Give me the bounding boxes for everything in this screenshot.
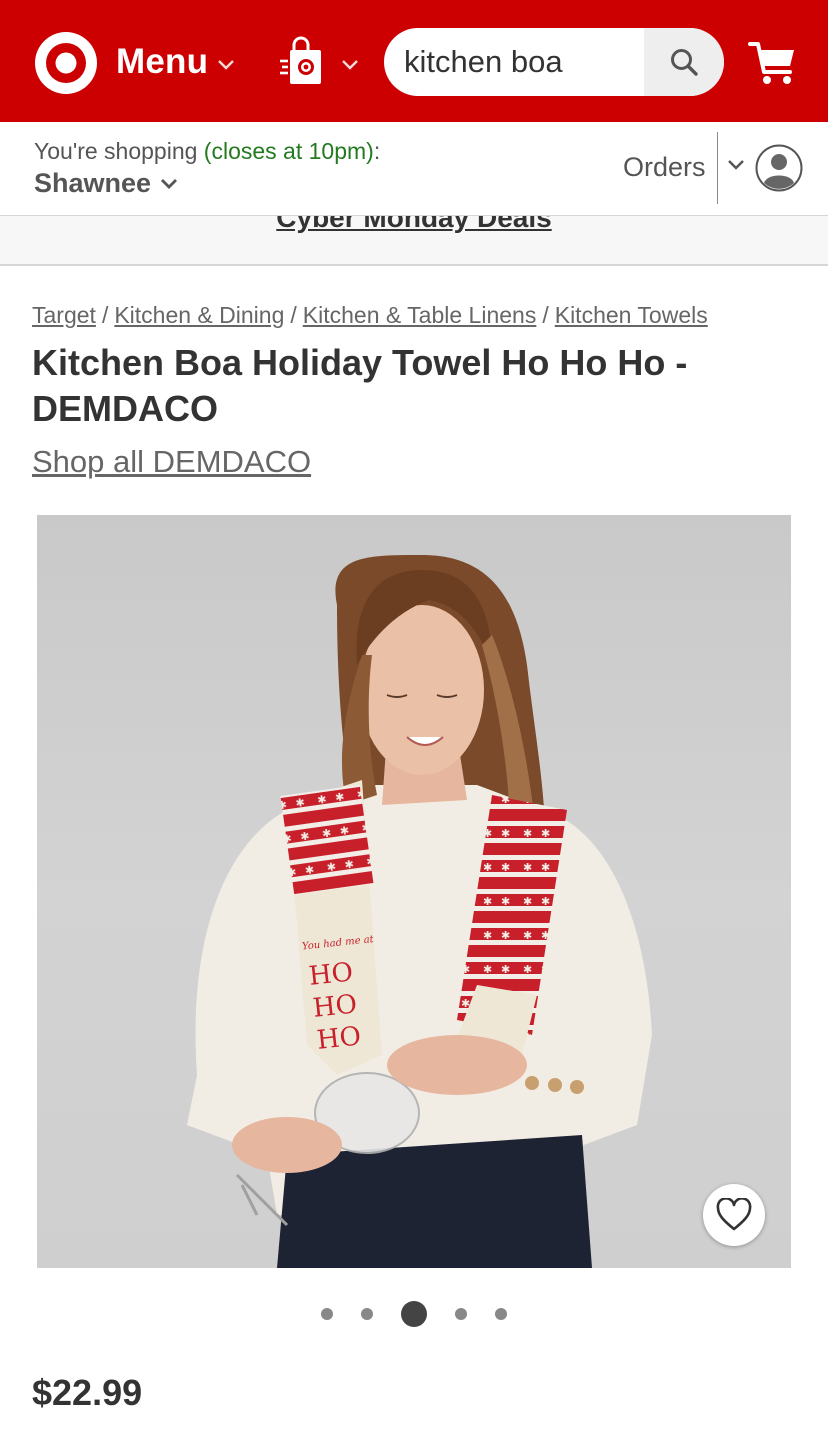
store-selector-button[interactable] xyxy=(278,36,360,88)
product-title: Kitchen Boa Holiday Towel Ho Ho Ho - DEM… xyxy=(32,342,688,429)
breadcrumb-separator: / xyxy=(101,302,109,328)
orders-link[interactable]: Orders xyxy=(623,152,706,183)
search-button[interactable] xyxy=(644,28,724,96)
cart-icon xyxy=(748,42,794,84)
carousel-dot[interactable] xyxy=(321,1308,333,1320)
carousel-dots xyxy=(0,1300,828,1328)
towel-ho-3: HO xyxy=(316,1021,363,1055)
search-bar xyxy=(384,28,724,96)
breadcrumb-kitchen-dining[interactable]: Kitchen & Dining xyxy=(114,302,284,328)
towel-ho-1: HO xyxy=(308,957,355,991)
breadcrumb: Target / Kitchen & Dining / Kitchen & Table … xyxy=(32,302,708,329)
shop-brand-link[interactable]: Shop all DEMDACO xyxy=(32,444,311,480)
chevron-down-icon xyxy=(218,60,235,70)
avatar-icon xyxy=(755,144,803,192)
cart-button[interactable] xyxy=(748,38,798,88)
carousel-dot-active[interactable] xyxy=(401,1301,427,1327)
favorite-button[interactable] xyxy=(703,1184,765,1246)
chevron-down-icon xyxy=(161,178,178,189)
chevron-down-icon xyxy=(342,60,358,70)
top-header: Menu xyxy=(0,0,828,122)
heart-icon xyxy=(716,1198,752,1231)
carousel-dot[interactable] xyxy=(495,1308,507,1320)
closing-time: (closes at 10pm) xyxy=(203,138,374,164)
deals-link[interactable]: Cyber Monday Deals xyxy=(0,216,828,234)
store-bag-icon xyxy=(280,36,321,84)
shopping-prefix: You're shopping xyxy=(34,138,198,164)
store-name-button[interactable]: Shawnee xyxy=(34,168,179,199)
menu-label: Menu xyxy=(116,42,209,81)
search-icon xyxy=(671,49,698,76)
chevron-down-icon[interactable] xyxy=(726,158,746,172)
breadcrumb-separator: / xyxy=(290,302,297,328)
account-button[interactable] xyxy=(755,144,803,192)
breadcrumb-separator: / xyxy=(542,302,549,328)
breadcrumb-kitchen-towels[interactable]: Kitchen Towels xyxy=(555,302,708,328)
carousel-dot[interactable] xyxy=(455,1308,467,1320)
divider xyxy=(717,132,718,204)
store-info-bar: You're shopping (closes at 10pm): Shawne… xyxy=(0,122,828,216)
target-logo-icon[interactable] xyxy=(34,31,98,95)
breadcrumb-target[interactable]: Target xyxy=(32,302,96,328)
product-image[interactable]: ✱ ✱ You had me at HO HO HO xyxy=(37,515,791,1268)
search-input[interactable] xyxy=(384,28,644,96)
menu-button[interactable]: Menu xyxy=(116,40,236,84)
towel-ho-2: HO xyxy=(312,989,359,1023)
shopping-colon: : xyxy=(373,138,381,164)
shopping-status: You're shopping (closes at 10pm): xyxy=(34,138,380,165)
promo-banner: Cyber Monday Deals xyxy=(0,216,828,266)
product-price: $22.99 xyxy=(32,1372,143,1413)
store-name: Shawnee xyxy=(34,168,152,198)
carousel-dot[interactable] xyxy=(361,1308,373,1320)
product-photo: ✱ ✱ You had me at HO HO HO xyxy=(187,555,652,1268)
breadcrumb-table-linens[interactable]: Kitchen & Table Linens xyxy=(303,302,537,328)
